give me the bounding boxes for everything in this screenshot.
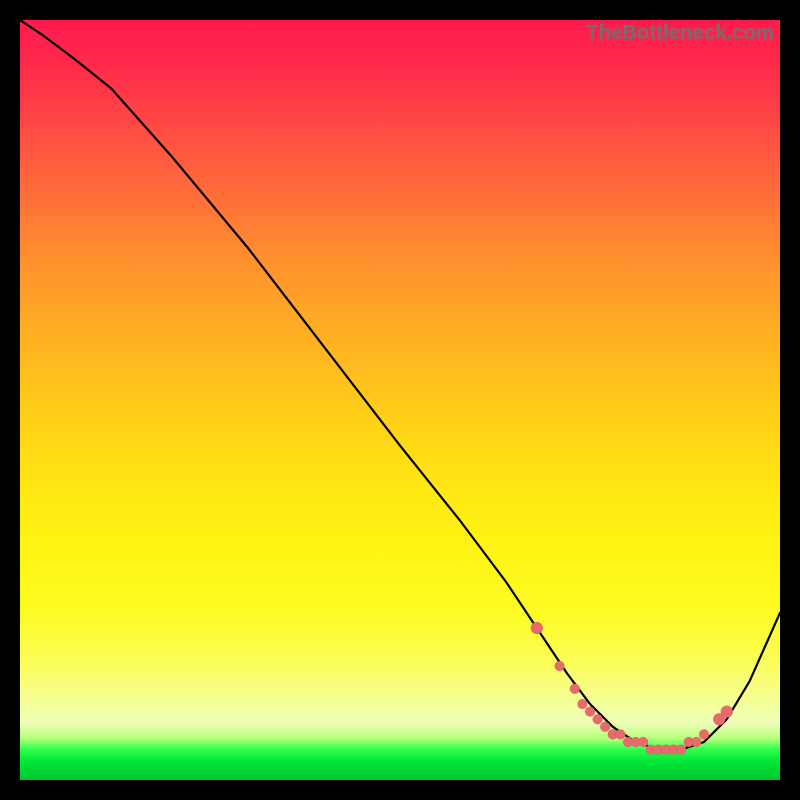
valley-dot	[638, 737, 648, 747]
valley-dots-group	[531, 622, 733, 755]
valley-dot	[585, 707, 595, 717]
valley-dot	[593, 714, 603, 724]
valley-dot	[721, 706, 733, 718]
curve-svg	[20, 20, 780, 780]
valley-dot	[600, 722, 610, 732]
plot-area: TheBottleneck.com	[20, 20, 780, 780]
valley-dot	[615, 729, 625, 739]
bottleneck-curve-path	[20, 20, 780, 750]
chart-frame: TheBottleneck.com	[0, 0, 800, 800]
valley-dot	[531, 622, 543, 634]
valley-dot	[691, 737, 701, 747]
valley-dot	[676, 745, 686, 755]
valley-dot	[570, 684, 580, 694]
valley-dot	[577, 699, 587, 709]
valley-dot	[555, 661, 565, 671]
valley-dot	[699, 729, 709, 739]
